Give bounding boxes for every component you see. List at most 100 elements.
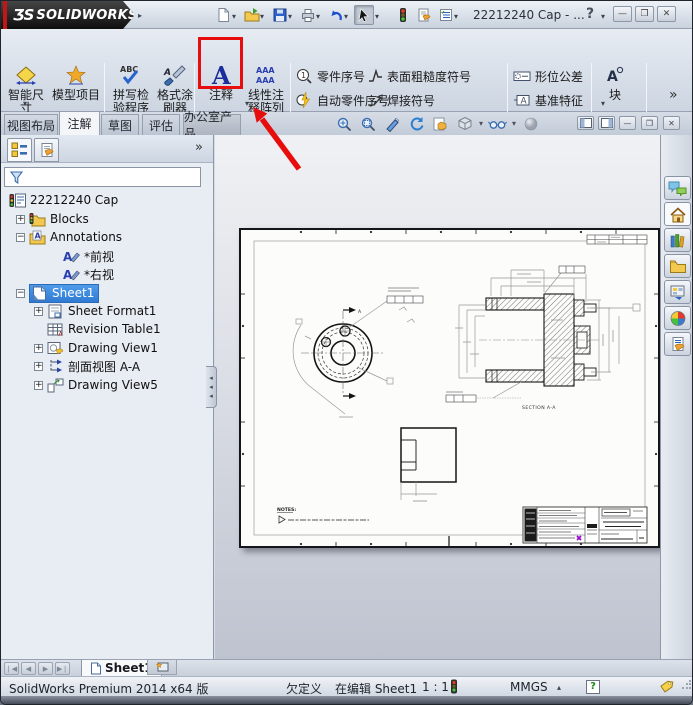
pane-split-left-button[interactable] xyxy=(577,116,594,130)
block-button[interactable]: A 块 xyxy=(597,61,633,102)
tab-evaluate[interactable]: 评估 xyxy=(142,114,180,135)
front-view[interactable]: A xyxy=(293,288,423,417)
feature-manager-tab[interactable] xyxy=(7,138,32,162)
file-explorer-button[interactable] xyxy=(664,254,691,278)
help-button[interactable]: ? xyxy=(586,6,594,22)
smart-dimension-flyout-icon[interactable]: ▾ xyxy=(23,99,27,108)
spell-checker-button[interactable]: ABC 拼写检验程序 xyxy=(108,61,154,115)
model-items-button[interactable]: 模型项目 xyxy=(51,61,101,102)
doc-restore-button[interactable]: ❐ xyxy=(641,116,658,130)
pane-split-right-button[interactable] xyxy=(598,116,615,130)
weld-symbol-button[interactable]: 焊接符号 xyxy=(367,89,435,111)
tree-item-drawing-view5[interactable]: + Drawing View5 xyxy=(34,376,158,394)
expand-icon[interactable]: + xyxy=(16,215,25,224)
open-dropdown-icon[interactable]: ▾ xyxy=(260,12,264,21)
expand-icon[interactable]: + xyxy=(34,362,43,371)
title-block[interactable] xyxy=(523,507,647,543)
tree-item-sheet1[interactable]: − Sheet1 xyxy=(16,284,99,302)
ribbon-overflow-chevron[interactable]: » xyxy=(669,87,678,103)
tree-item-drawing-view1[interactable]: + Drawing View1 xyxy=(34,339,158,357)
save-dropdown-icon[interactable]: ▾ xyxy=(288,12,292,21)
tree-item-blocks[interactable]: + Blocks xyxy=(16,210,89,228)
drawing-sheet[interactable]: A xyxy=(239,228,660,548)
restore-button[interactable]: ❐ xyxy=(635,6,654,22)
tree-item-front-view[interactable]: A *前视 xyxy=(63,247,114,265)
help-dropdown-icon[interactable]: ▾ xyxy=(601,12,605,21)
units-selector[interactable]: MMGS xyxy=(510,680,548,694)
tree-item-root[interactable]: 22212240 Cap xyxy=(9,191,118,209)
view-palette-button[interactable] xyxy=(664,280,691,304)
logo-expand-chevron-icon[interactable]: ▸ xyxy=(138,11,142,20)
previous-sheet-button[interactable]: ◀ xyxy=(21,662,36,675)
hide-show-dropdown-icon[interactable]: ▾ xyxy=(512,119,516,128)
options-button[interactable] xyxy=(436,5,456,25)
resize-grip[interactable] xyxy=(681,680,691,690)
appearances-button[interactable] xyxy=(521,115,540,132)
tree-item-sheet-format1[interactable]: + Sheet Format1 xyxy=(34,302,156,320)
rebuild-button[interactable] xyxy=(393,5,413,25)
next-sheet-button[interactable]: ▶ xyxy=(38,662,53,675)
last-sheet-button[interactable]: ▶❘ xyxy=(55,662,70,675)
expand-icon[interactable]: + xyxy=(34,307,43,316)
select-dropdown-icon[interactable]: ▾ xyxy=(375,12,379,21)
undo-button[interactable] xyxy=(326,5,346,25)
appearances-scenes-button[interactable] xyxy=(664,306,691,330)
collapse-icon[interactable]: − xyxy=(16,289,25,298)
balloon-button[interactable]: 1 零件序号 xyxy=(295,65,365,87)
expand-icon[interactable]: + xyxy=(34,344,43,353)
panel-collapse-handle[interactable]: ◂◂◂ xyxy=(206,366,217,408)
close-button[interactable]: ✕ xyxy=(657,6,676,22)
doc-minimize-button[interactable]: — xyxy=(619,116,636,130)
design-library-button[interactable] xyxy=(664,228,691,252)
display-style-button[interactable] xyxy=(455,115,474,132)
units-caret-icon[interactable]: ▴ xyxy=(557,683,561,692)
section-view[interactable]: SECTION A-A xyxy=(446,266,640,411)
geometric-tolerance-button[interactable]: 形位公差 xyxy=(513,65,583,87)
file-properties-button[interactable] xyxy=(414,5,434,25)
collapse-icon[interactable]: − xyxy=(16,233,25,242)
tab-sketch[interactable]: 草图 xyxy=(101,114,139,135)
quick-tips-help-button[interactable]: ? xyxy=(586,680,600,694)
property-manager-tab[interactable] xyxy=(34,138,59,162)
bottom-view[interactable] xyxy=(401,428,456,501)
solidworks-forum-button[interactable] xyxy=(664,176,691,200)
solidworks-resources-button[interactable] xyxy=(664,202,691,226)
tab-view-layout[interactable]: 视图布局 xyxy=(4,114,58,135)
save-button[interactable] xyxy=(270,5,290,25)
first-sheet-button[interactable]: ❘◀ xyxy=(4,662,19,675)
custom-properties-button[interactable] xyxy=(664,332,691,356)
options-dropdown-icon[interactable]: ▾ xyxy=(454,12,458,21)
redraw-button[interactable] xyxy=(407,115,426,132)
format-painter-button[interactable]: A 格式涂刷器 xyxy=(154,61,196,115)
3d-drawing-view-button[interactable] xyxy=(431,115,450,132)
new-document-dropdown-icon[interactable]: ▾ xyxy=(232,12,236,21)
revision-table[interactable] xyxy=(587,235,647,244)
minimize-button[interactable]: — xyxy=(613,6,632,22)
tags-icon[interactable] xyxy=(659,679,674,697)
select-button[interactable] xyxy=(354,5,374,25)
datum-feature-button[interactable]: A 基准特征 xyxy=(513,89,583,111)
display-style-dropdown-icon[interactable]: ▾ xyxy=(479,119,483,128)
zoom-to-fit-button[interactable] xyxy=(335,115,354,132)
open-button[interactable] xyxy=(242,5,262,25)
previous-view-button[interactable] xyxy=(383,115,402,132)
print-button[interactable] xyxy=(298,5,318,25)
tab-annotation[interactable]: 注解 xyxy=(59,111,100,135)
doc-close-button[interactable]: ✕ xyxy=(663,116,680,130)
add-sheet-button[interactable] xyxy=(147,660,177,675)
hide-show-items-button[interactable] xyxy=(488,115,507,132)
tree-item-right-view[interactable]: A *右视 xyxy=(63,265,114,283)
graphics-area[interactable]: A xyxy=(215,135,660,659)
tree-item-revision-table1[interactable]: + A Revision Table1 xyxy=(34,320,161,338)
tree-item-section-view-aa[interactable]: + 剖面视图 A-A xyxy=(34,357,140,375)
new-document-button[interactable] xyxy=(214,5,234,25)
zoom-to-area-button[interactable] xyxy=(359,115,378,132)
panel-overflow-chevron[interactable]: » xyxy=(195,140,203,155)
print-dropdown-icon[interactable]: ▾ xyxy=(316,12,320,21)
block-flyout-icon[interactable]: ▾ xyxy=(601,99,605,108)
undo-dropdown-icon[interactable]: ▾ xyxy=(344,12,348,21)
tree-item-annotations[interactable]: − A Annotations xyxy=(16,228,122,246)
surface-finish-button[interactable]: 表面粗糙度符号 xyxy=(367,65,471,87)
tree-filter-input[interactable] xyxy=(4,167,201,187)
expand-icon[interactable]: + xyxy=(34,381,43,390)
